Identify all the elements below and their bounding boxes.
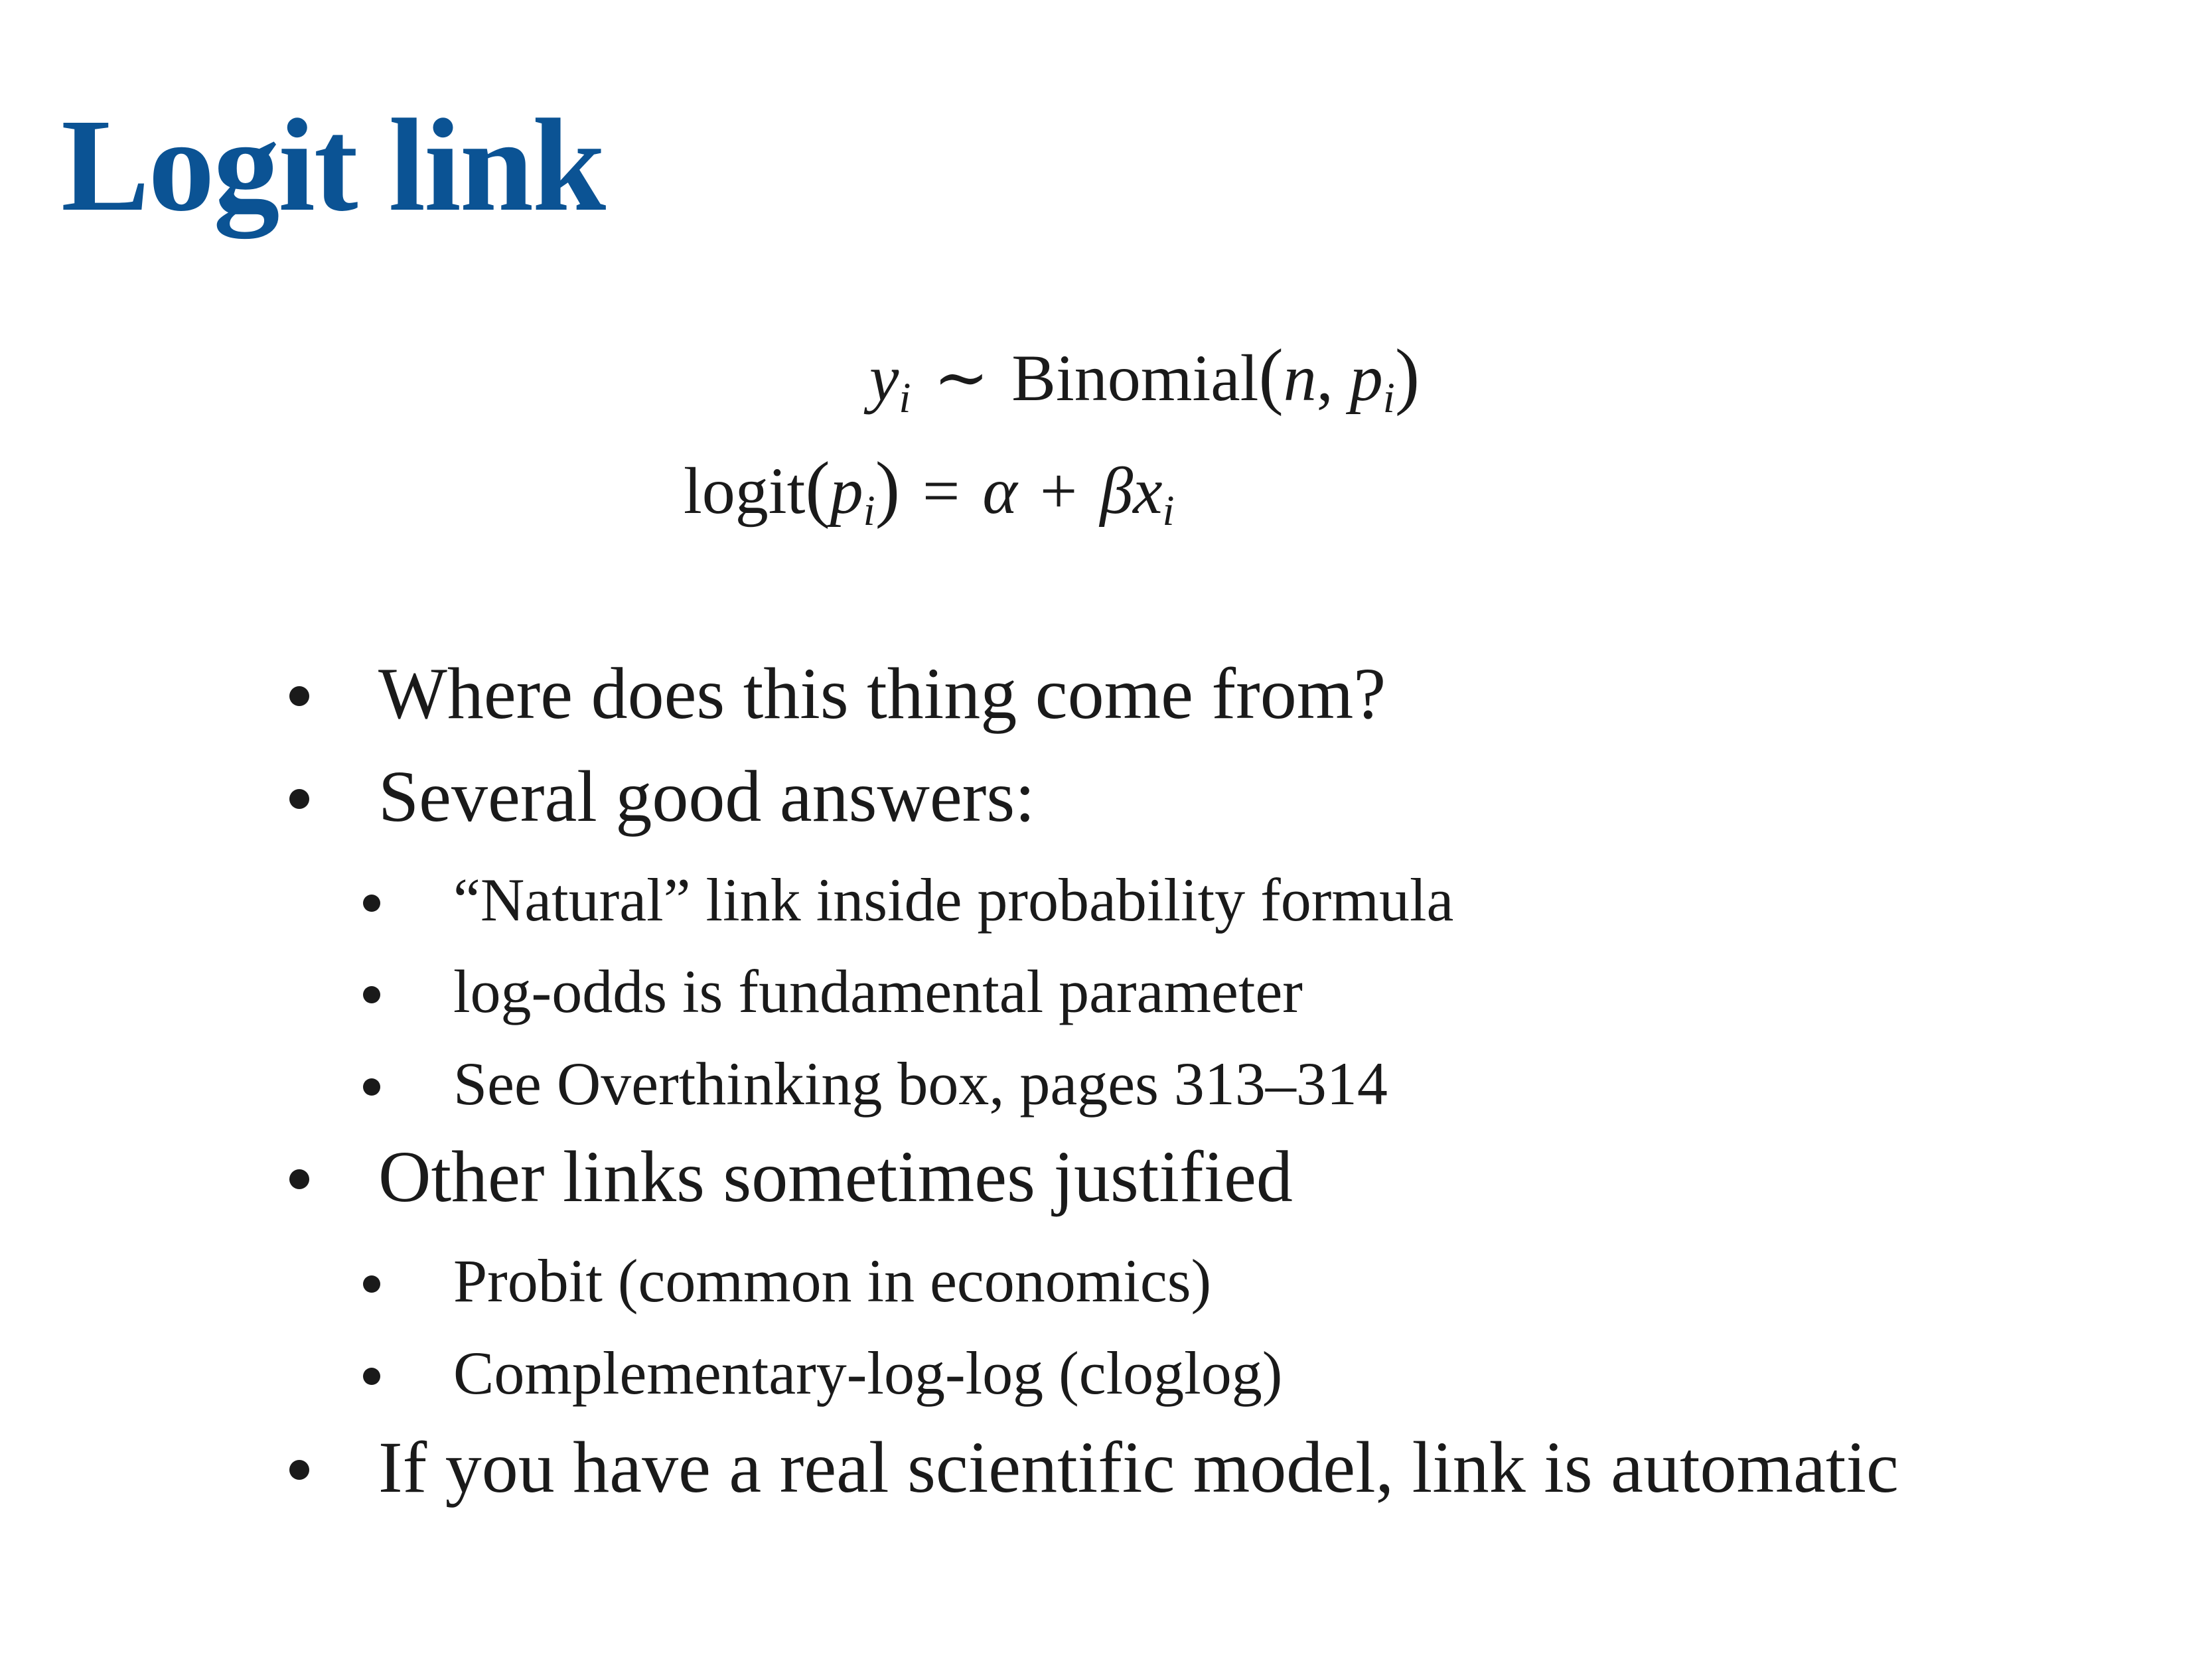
bullet-dot-icon	[289, 686, 309, 706]
bullet-text: Several good answers:	[378, 756, 1035, 837]
sub-bullet-text: Probit (common in economics)	[453, 1247, 1212, 1315]
bullet-text: Other links sometimes justified	[378, 1136, 1293, 1217]
bullet-item: If you have a real scientific model, lin…	[289, 1431, 1899, 1504]
bullet-dot-icon	[363, 986, 380, 1003]
bullet-dot-icon	[289, 1460, 309, 1480]
sub-bullet-text: See Overthinking box, pages 313–314	[453, 1050, 1388, 1118]
sub-bullet-text: log-odds is fundamental parameter	[453, 958, 1303, 1025]
bullet-dot-icon	[289, 789, 309, 809]
bullet-dot-icon	[289, 1169, 309, 1189]
bullet-dot-icon	[363, 895, 380, 912]
sub-bullet-item: log-odds is fundamental parameter	[363, 958, 1303, 1025]
bullet-item: Other links sometimes justified	[289, 1140, 1293, 1213]
bullet-dot-icon	[363, 1078, 380, 1096]
bullet-text: If you have a real scientific model, lin…	[378, 1427, 1899, 1508]
sub-bullet-item: “Natural” link inside probability formul…	[363, 869, 1453, 930]
bullet-item: Where does this thing come from?	[289, 657, 1386, 730]
bullet-item: Several good answers:	[289, 760, 1035, 833]
sub-bullet-item: See Overthinking box, pages 313–314	[363, 1053, 1388, 1114]
sub-bullet-text: Complementary-log-log (cloglog)	[453, 1339, 1283, 1407]
bullet-text: Where does this thing come from?	[378, 653, 1386, 734]
bullet-dot-icon	[363, 1275, 380, 1293]
sub-bullet-item: Probit (common in economics)	[363, 1250, 1211, 1311]
bullet-list: Where does this thing come from? Several…	[0, 0, 2212, 1659]
sub-bullet-text: “Natural” link inside probability formul…	[453, 866, 1454, 934]
bullet-dot-icon	[363, 1368, 380, 1385]
sub-bullet-item: Complementary-log-log (cloglog)	[363, 1339, 1283, 1407]
